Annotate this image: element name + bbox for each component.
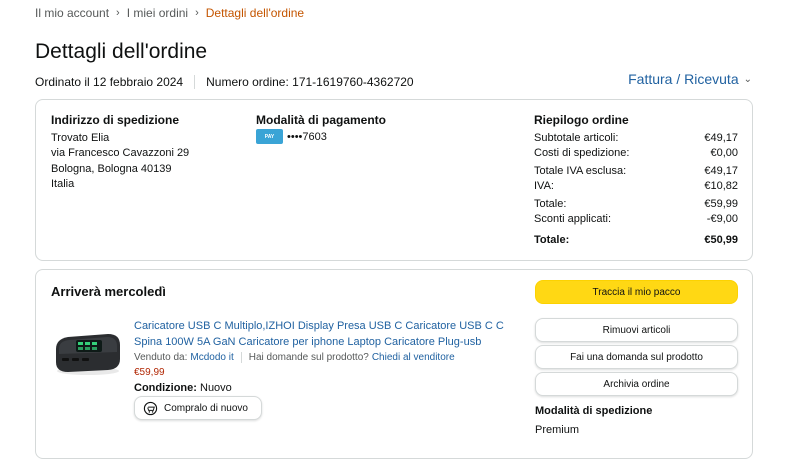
summary-label: Totale IVA esclusa: [534, 165, 627, 177]
summary-label: Totale: [534, 198, 567, 210]
shipping-method-title: Modalità di spedizione [535, 405, 653, 417]
chevron-right-icon: › [116, 7, 120, 19]
condition-label: Condizione: [134, 382, 197, 394]
card-brand: PAY [264, 133, 275, 140]
order-summary: Riepilogo ordine Subtotale articoli: €49… [534, 113, 738, 248]
summary-value: -€9,00 [706, 213, 738, 225]
payment-card: PAY ••••7603 [256, 129, 386, 144]
buy-again-label: Compralo di nuovo [164, 402, 248, 414]
summary-row: Totale: €59,99 [534, 197, 738, 212]
payment-method: Modalità di pagamento PAY ••••7603 [256, 113, 386, 144]
invoice-link-label: Fattura / Ricevuta [628, 71, 739, 87]
divider [194, 75, 196, 89]
summary-total-row: Totale: €50,99 [534, 233, 738, 248]
product-condition: Condizione: Nuovo [134, 382, 232, 394]
product-price: €59,99 [134, 367, 165, 378]
ask-product-question-button[interactable]: Fai una domanda sul prodotto [535, 345, 738, 369]
product-title-link[interactable]: Caricatore USB C Multiplo,IZHOI Display … [134, 319, 504, 350]
arrival-heading: Arriverà mercoledì [51, 284, 166, 299]
summary-value: €10,82 [704, 180, 738, 192]
summary-row: Totale IVA esclusa: €49,17 [534, 164, 738, 179]
archive-order-button[interactable]: Archivia ordine [535, 372, 738, 396]
order-meta: Ordinato il 12 febbraio 2024 Numero ordi… [35, 75, 414, 89]
address-line: Italia [51, 178, 75, 190]
shipping-method-value: Premium [535, 424, 580, 436]
condition-value: Nuovo [200, 382, 232, 394]
chevron-right-icon: › [195, 7, 199, 19]
page-title: Dettagli dell'ordine [35, 40, 208, 63]
summary-label: IVA: [534, 180, 554, 192]
question-text: Hai domande sul prodotto? [248, 352, 369, 363]
contact-seller-link[interactable]: Chiedi al venditore [372, 352, 455, 363]
divider [240, 352, 242, 363]
card-number: ••••7603 [287, 130, 327, 143]
breadcrumb-current: Dettagli dell'ordine [205, 6, 305, 20]
summary-row: Sconti applicati: -€9,00 [534, 212, 738, 227]
shipping-address-title: Indirizzo di spedizione [51, 113, 180, 127]
summary-label: Subtotale articoli: [534, 132, 619, 144]
chevron-down-icon: ⌄ [743, 73, 752, 85]
summary-row: IVA: €10,82 [534, 179, 738, 194]
summary-total-label: Totale: [534, 234, 570, 246]
credit-card-icon: PAY [256, 129, 283, 144]
summary-title: Riepilogo ordine [534, 113, 629, 127]
order-date: Ordinato il 12 febbraio 2024 [35, 75, 184, 89]
invoice-dropdown[interactable]: Fattura / Ricevuta ⌄ [628, 71, 752, 87]
buy-again-icon [143, 401, 158, 415]
track-package-button[interactable]: Traccia il mio pacco [535, 280, 738, 304]
summary-value: €59,99 [704, 198, 738, 210]
payment-title: Modalità di pagamento [256, 113, 387, 127]
summary-value: €0,00 [710, 147, 738, 159]
address-line: via Francesco Cavazzoni 29 [51, 147, 190, 159]
summary-total-value: €50,99 [704, 234, 738, 246]
address-line: Bologna, Bologna 40139 [51, 162, 172, 175]
buy-again-button[interactable]: Compralo di nuovo [134, 396, 262, 420]
summary-row: Subtotale articoli: €49,17 [534, 131, 738, 146]
summary-value: €49,17 [704, 132, 738, 144]
sold-by-label: Venduto da: [134, 352, 188, 363]
summary-value: €49,17 [704, 165, 738, 177]
seller-link[interactable]: Mcdodo it [190, 352, 233, 363]
product-image[interactable] [52, 325, 124, 379]
address-line: Trovato Elia [51, 131, 110, 144]
breadcrumb-my-account[interactable]: Il mio account [35, 6, 109, 20]
breadcrumb: Il mio account › I miei ordini › Dettagl… [35, 6, 304, 20]
order-info-card: Indirizzo di spedizione Trovato Elia via… [35, 99, 753, 261]
breadcrumb-my-orders[interactable]: I miei ordini [127, 6, 188, 20]
summary-label: Costi di spedizione: [534, 147, 630, 159]
order-number: Numero ordine: 171-1619760-4362720 [206, 75, 414, 89]
seller-info: Venduto da: Mcdodo it Hai domande sul pr… [134, 352, 455, 363]
return-items-button[interactable]: Rimuovi articoli [535, 318, 738, 342]
summary-label: Sconti applicati: [534, 213, 612, 225]
shipment-card: Arriverà mercoledì Caricatore USB C Mult… [35, 269, 753, 459]
shipping-address: Indirizzo di spedizione Trovato Elia via… [51, 113, 189, 193]
summary-row: Costi di spedizione: €0,00 [534, 146, 738, 161]
